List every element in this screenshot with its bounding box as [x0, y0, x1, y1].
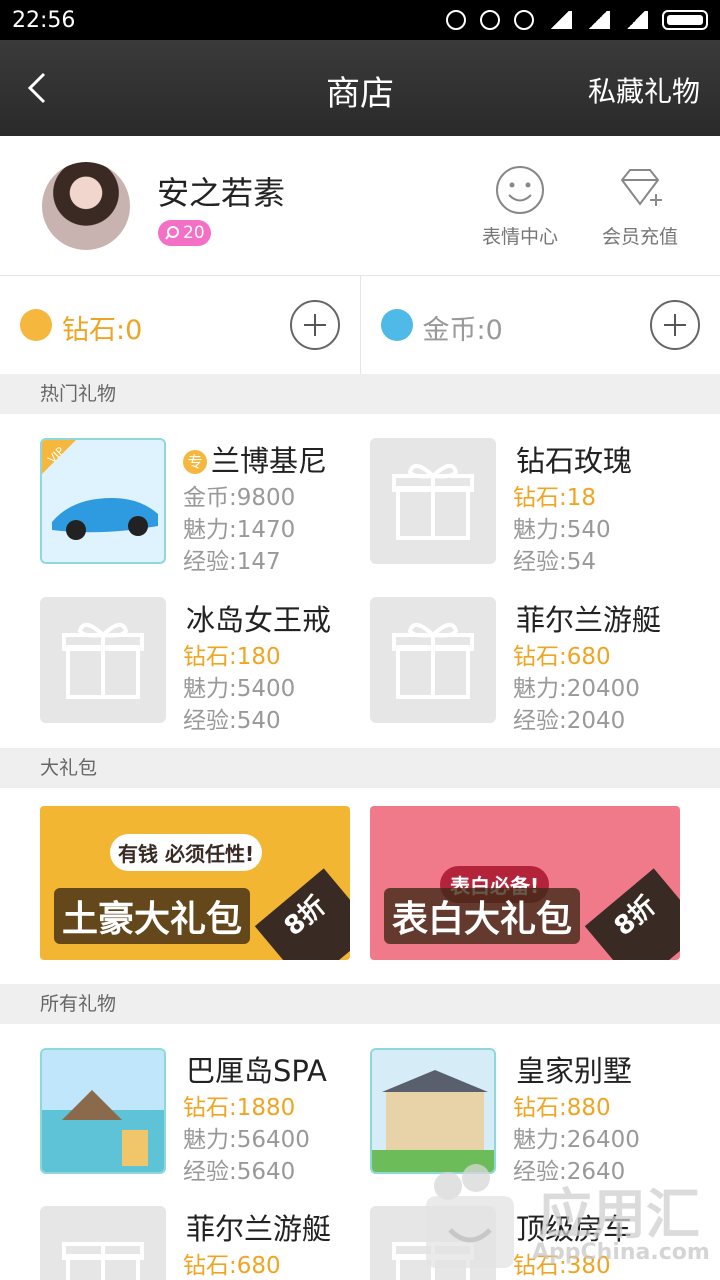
gift-price: 钻石:680	[183, 1253, 281, 1279]
add-diamond-button[interactable]	[289, 300, 340, 350]
gift-name: 菲尔兰游艇	[186, 1212, 332, 1246]
appchina-watermark: 应用汇 AppChina.com	[420, 1160, 720, 1280]
signal-icon	[586, 11, 610, 29]
pack-discount: 8折	[584, 868, 680, 960]
status-bar: 22:56	[0, 0, 720, 40]
pack-title: 表白大礼包	[384, 888, 581, 944]
pack-confession-banner[interactable]: 表白必备! 表白大礼包 8折	[370, 806, 680, 960]
battery-icon	[662, 10, 708, 30]
status-icons	[446, 10, 708, 30]
gift-name: 皇家别墅	[516, 1054, 633, 1088]
avatar[interactable]	[42, 162, 130, 250]
level-value: 20	[183, 223, 205, 243]
gift-name: 巴厘岛SPA	[186, 1054, 327, 1088]
coin-icon	[380, 309, 413, 341]
sync-icon	[446, 10, 466, 30]
gift-name: 钻石玫瑰	[516, 444, 633, 478]
status-time: 22:56	[12, 7, 76, 33]
pack-subtitle: 有钱 必须任性!	[110, 834, 263, 871]
gift-box-icon	[392, 623, 474, 699]
gift-placeholder	[40, 597, 166, 723]
gift-exp: 经验:2040	[513, 708, 626, 734]
spa-image	[42, 1050, 164, 1172]
gift-box-icon	[392, 464, 474, 540]
gift-card-yacht[interactable]: 菲尔兰游艇 钻石:680 魅力:20400 经验:2040	[370, 597, 700, 737]
gift-placeholder	[370, 597, 496, 723]
vip-recharge-label: 会员充值	[601, 226, 678, 248]
gift-image	[40, 1048, 166, 1174]
watermark-url: AppChina.com	[532, 1240, 710, 1265]
exclusive-badge: 专	[183, 450, 207, 474]
gift-box-icon	[62, 1242, 144, 1280]
coin-balance-text: 金币:0	[422, 315, 503, 346]
coin-balance: 金币:0	[359, 276, 720, 374]
add-coin-button[interactable]	[650, 300, 700, 350]
gift-price: 钻石:680	[513, 644, 611, 670]
top-nav: 商店 私藏礼物	[0, 40, 720, 136]
diamond-balance: 钻石:0	[0, 276, 360, 374]
gift-price: 钻石:880	[513, 1095, 611, 1121]
gift-exp: 经验:147	[183, 549, 281, 575]
gift-price: 钻石:1880	[183, 1095, 296, 1121]
gift-price: 钻石:18	[513, 485, 597, 511]
signal-2-icon	[624, 11, 648, 29]
profile-header: 安之若素 20 表情中心 会员充值	[0, 136, 720, 276]
section-gift-packs: 大礼包	[0, 748, 720, 788]
gift-price: 钻石:180	[183, 644, 281, 670]
watermark-brand: 应用汇	[538, 1183, 700, 1246]
pack-rich-banner[interactable]: 有钱 必须任性! 土豪大礼包 8折	[40, 806, 350, 960]
gift-charm: 魅力:26400	[513, 1127, 640, 1153]
section-hot-gifts: 热门礼物	[0, 374, 720, 414]
gift-charm: 魅力:1470	[183, 517, 296, 543]
gift-name: 专兰博基尼	[183, 438, 327, 480]
pack-title: 土豪大礼包	[54, 888, 251, 944]
alarm-icon	[514, 10, 534, 30]
mute-icon	[480, 10, 500, 30]
chat-bubble-icon	[165, 226, 179, 240]
emoji-center-label: 表情中心	[481, 226, 558, 248]
gift-charm: 魅力:540	[513, 517, 611, 543]
gift-card-diamond-rose[interactable]: 钻石玫瑰 钻石:18 魅力:540 经验:54	[370, 438, 700, 578]
gift-placeholder	[370, 438, 496, 564]
balance-bar: 钻石:0 金币:0	[0, 276, 720, 374]
user-name: 安之若素	[157, 174, 286, 212]
level-badge: 20	[158, 220, 211, 246]
gift-card-bali-spa[interactable]: 巴厘岛SPA 钻石:1880 魅力:56400 经验:5640	[40, 1048, 370, 1188]
gift-charm: 魅力:56400	[183, 1127, 310, 1153]
gift-placeholder	[40, 1206, 166, 1280]
diamond-plus-icon	[620, 169, 662, 206]
diamond-icon	[20, 309, 52, 341]
villa-image	[372, 1050, 494, 1172]
gift-charm: 魅力:20400	[513, 676, 640, 702]
gift-charm: 魅力:5400	[183, 676, 296, 702]
gift-card-iceland-ring[interactable]: 冰岛女王戒 钻石:180 魅力:5400 经验:540	[40, 597, 370, 737]
wifi-icon	[548, 11, 572, 29]
smiley-icon	[496, 166, 544, 214]
watermark-logo-icon	[426, 1164, 514, 1268]
gift-exp: 经验:5640	[183, 1159, 296, 1185]
gift-name: 冰岛女王戒	[186, 603, 332, 637]
gift-image: VIP	[40, 438, 166, 564]
section-all-gifts: 所有礼物	[0, 984, 720, 1024]
emoji-center-button[interactable]: 表情中心	[465, 164, 575, 249]
gift-box-icon	[62, 623, 144, 699]
car-icon: VIP	[42, 440, 158, 540]
pack-discount: 8折	[254, 868, 350, 960]
gift-name: 菲尔兰游艇	[516, 603, 662, 637]
gift-exp: 经验:54	[513, 549, 597, 575]
diamond-balance-text: 钻石:0	[62, 315, 143, 346]
vip-recharge-button[interactable]: 会员充值	[585, 164, 695, 249]
gift-image	[370, 1048, 496, 1174]
gift-card-lamborghini[interactable]: VIP 专兰博基尼 金币:9800 魅力:1470 经验:147	[40, 438, 370, 578]
gift-card-yacht-2[interactable]: 菲尔兰游艇 钻石:680	[40, 1206, 370, 1280]
private-gifts-button[interactable]: 私藏礼物	[588, 70, 700, 110]
gift-price: 金币:9800	[183, 485, 296, 511]
gift-exp: 经验:540	[183, 708, 281, 734]
